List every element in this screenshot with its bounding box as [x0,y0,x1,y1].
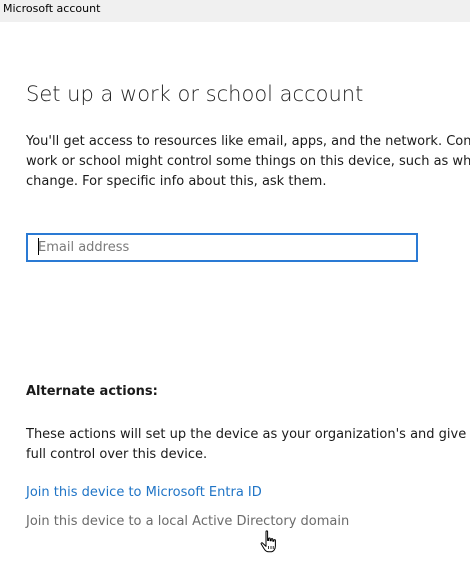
alternate-actions-description: These actions will set up the device as … [26,425,470,465]
intro-line: work or school might control some things… [26,154,470,169]
window-title: Microsoft account [3,2,101,15]
join-entra-id-link[interactable]: Join this device to Microsoft Entra ID [26,485,262,500]
join-active-directory-link[interactable]: Join this device to a local Active Direc… [26,514,349,529]
hand-pointer-icon [260,530,276,553]
intro-line: change. For specific info about this, as… [26,174,327,189]
text-caret [38,238,39,255]
email-address-input[interactable] [26,233,418,262]
intro-text: You'll get access to resources like emai… [26,132,470,192]
description-line: These actions will set up the device as … [26,427,470,442]
alternate-actions-heading: Alternate actions: [26,384,158,399]
page-title: Set up a work or school account [26,82,364,106]
description-line: full control over this device. [26,447,208,462]
title-bar: Microsoft account [0,0,470,22]
intro-line: You'll get access to resources like emai… [26,134,470,149]
